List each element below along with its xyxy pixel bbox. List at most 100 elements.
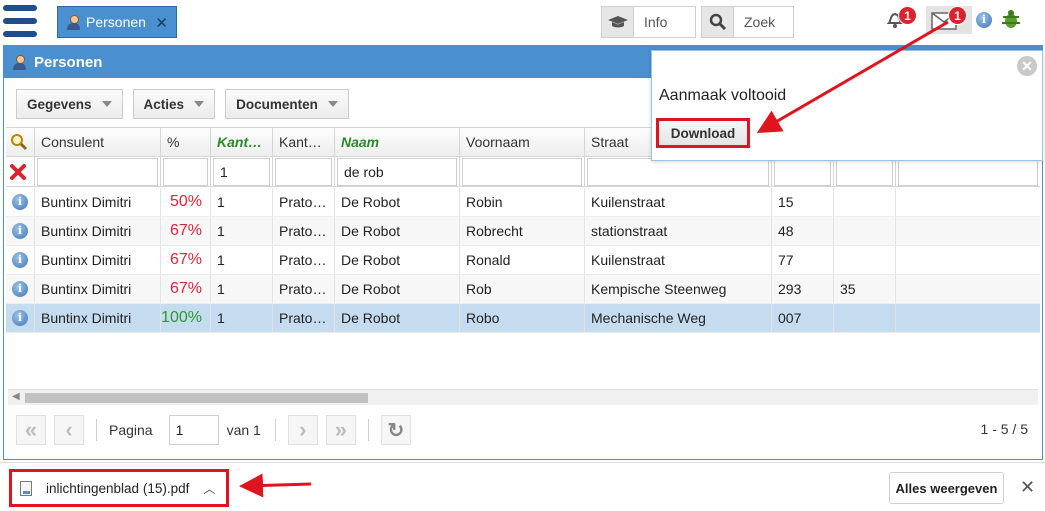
cell-nr: 48 [772,217,834,245]
downloaded-file-item[interactable]: inlichtingenblad (15).pdf ︿ [9,469,229,507]
filter-kantoor[interactable] [275,157,332,186]
column-search-icon[interactable] [6,128,35,156]
cell-kantoor: Prato… [273,246,335,274]
clear-filter-icon[interactable] [6,157,35,186]
row-info-icon[interactable]: i [6,217,35,245]
cell-straat: Mechanische Weg [585,304,772,332]
info-icon[interactable]: i [12,310,28,326]
table-row[interactable]: i Buntinx Dimitri 67% 1 Prato… De Robot Robrec… [6,217,1040,246]
last-page-icon[interactable]: » [325,415,356,445]
panel-toolbar: Gegevens Acties Documenten [16,89,349,119]
table-row[interactable]: i Buntinx Dimitri 100% 1 Prato… De Robot Robo M… [6,304,1040,333]
cell-straat: Kempische Steenweg [585,275,772,303]
cell-consulent: Buntinx Dimitri [35,217,161,245]
scroll-left-icon[interactable]: ◀ [12,391,20,402]
header-consulent[interactable]: Consulent [35,128,161,156]
cell-extra [896,275,1040,303]
bug-icon[interactable] [1000,8,1022,33]
documenten-dropdown[interactable]: Documenten [225,89,349,119]
cell-bus [834,188,896,216]
menu-icon[interactable] [3,5,37,37]
search-label: Zoek [744,14,776,30]
next-page-icon[interactable]: › [287,415,318,445]
download-button[interactable]: Download [656,118,750,148]
acties-label: Acties [143,96,185,112]
cell-consulent: Buntinx Dimitri [35,275,161,303]
pager-separator [367,419,369,441]
table-row[interactable]: i Buntinx Dimitri 67% 1 Prato… De Robot Ronald… [6,246,1040,275]
table-row[interactable]: i Buntinx Dimitri 67% 1 Prato… De Robot Rob Kem… [6,275,1040,304]
info-button[interactable]: Info [601,6,696,38]
close-download-bar-icon[interactable]: ✕ [1020,477,1035,498]
cell-voornaam: Robrecht [460,217,585,245]
info-icon[interactable]: i [976,12,992,28]
gegevens-dropdown[interactable]: Gegevens [16,89,123,119]
cell-extra [896,304,1040,332]
filter-consulent[interactable] [37,157,158,186]
tab-personen[interactable]: Personen ✕ [57,6,177,38]
acties-dropdown[interactable]: Acties [132,89,216,119]
cell-kantoor-nr: 1 [211,217,273,245]
header-kantoor[interactable]: Kant… [273,128,335,156]
search-icon [702,7,734,37]
header-voornaam[interactable]: Voornaam [460,128,585,156]
graduation-cap-icon [602,7,634,37]
cell-nr: 77 [772,246,834,274]
cell-extra [896,246,1040,274]
tab-label: Personen [86,14,146,30]
first-page-icon[interactable]: « [16,415,46,445]
person-icon [66,14,80,30]
info-icon[interactable]: i [12,223,28,239]
cell-naam: De Robot [335,246,460,274]
cell-bus [834,217,896,245]
tab-close-icon[interactable]: ✕ [155,14,168,32]
filter-bus[interactable] [836,157,893,186]
download-bar: inlichtingenblad (15).pdf ︿ Alles weerge… [0,462,1045,511]
cell-percent: 50% [161,188,211,216]
header-naam[interactable]: Naam [335,128,460,156]
cell-straat: Kuilenstraat [585,188,772,216]
popover-close-icon[interactable]: ✕ [1017,56,1037,76]
pager-separator [274,419,276,441]
row-info-icon[interactable]: i [6,246,35,274]
refresh-icon[interactable]: ↻ [380,415,411,445]
horizontal-scrollbar[interactable]: ◀ [8,389,1038,405]
cell-voornaam: Ronald [460,246,585,274]
cell-straat: Kuilenstraat [585,246,772,274]
search-button[interactable]: Zoek [701,6,794,38]
page-input[interactable]: 1 [168,415,219,445]
filter-straat[interactable] [587,157,769,186]
row-info-icon[interactable]: i [6,304,35,332]
header-percent[interactable]: % [161,128,211,156]
cell-consulent: Buntinx Dimitri [35,188,161,216]
scrollbar-thumb[interactable] [25,393,368,403]
cell-consulent: Buntinx Dimitri [35,304,161,332]
info-icon[interactable]: i [12,194,28,210]
cell-kantoor-nr: 1 [211,246,273,274]
table-row[interactable]: i Buntinx Dimitri 50% 1 Prato… De Robot Robin K… [6,188,1040,217]
filter-naam[interactable]: de rob [337,157,457,186]
downloaded-file-name: inlichtingenblad (15).pdf [46,480,190,496]
filter-percent[interactable] [163,157,208,186]
filter-extra[interactable] [898,157,1038,186]
chevron-up-icon[interactable]: ︿ [203,480,215,497]
row-info-icon[interactable]: i [6,275,35,303]
cell-consulent: Buntinx Dimitri [35,246,161,274]
cell-nr: 293 [772,275,834,303]
header-kantoor-nr[interactable]: Kant… [211,128,273,156]
filter-nr[interactable] [774,157,831,186]
prev-page-icon[interactable]: ‹ [54,415,84,445]
filter-voornaam[interactable] [462,157,582,186]
caret-down-icon [101,101,112,107]
cell-nr: 15 [772,188,834,216]
info-icon[interactable]: i [12,281,28,297]
info-icon[interactable]: i [12,252,28,268]
pdf-file-icon [20,480,32,496]
filter-kantoor-nr[interactable]: 1 [213,157,270,186]
pager: « ‹ Pagina 1 van 1 › » ↻ 1 - 5 / 5 [16,415,1036,445]
show-all-button[interactable]: Alles weergeven [889,472,1004,504]
person-icon [12,54,26,70]
cell-straat: stationstraat [585,217,772,245]
cell-percent: 100% [161,304,211,332]
row-info-icon[interactable]: i [6,188,35,216]
